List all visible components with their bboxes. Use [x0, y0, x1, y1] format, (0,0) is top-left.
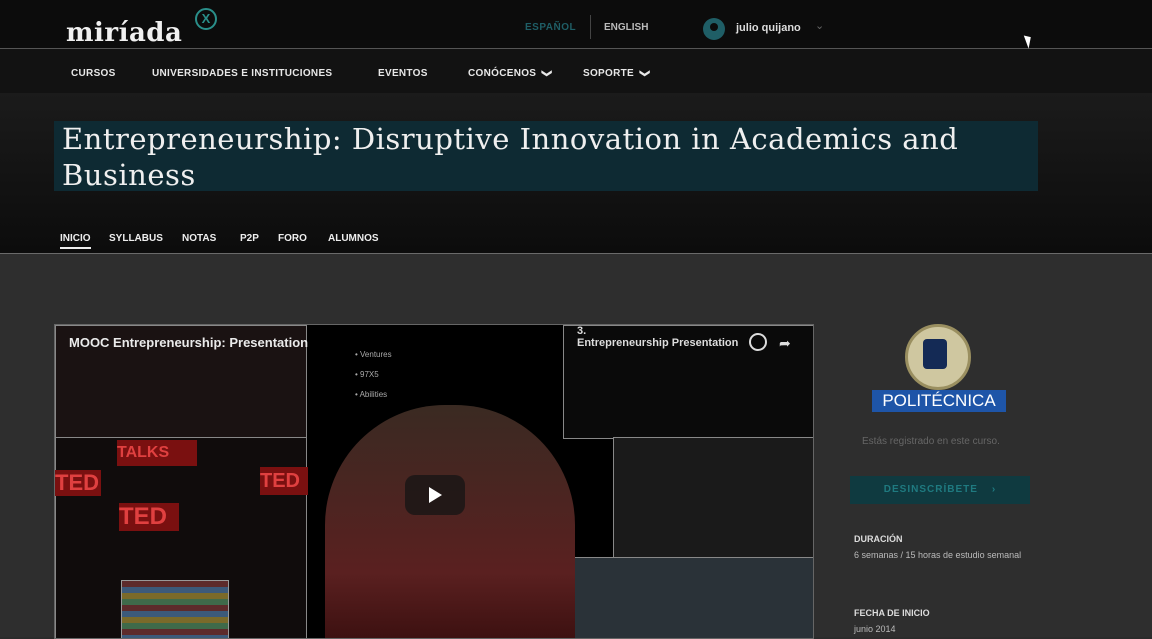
nav-item-cursos[interactable]: CURSOS — [71, 68, 116, 79]
duration-value: 6 semanas / 15 horas de estudio semanal — [854, 550, 1022, 560]
tab-notas[interactable]: NOTAS — [182, 233, 216, 244]
tab-p2p[interactable]: P2P — [240, 233, 259, 244]
video-collage-panel — [613, 437, 813, 559]
presenter-figure — [325, 405, 575, 638]
user-avatar-icon[interactable] — [703, 18, 725, 40]
nav-item-universidades[interactable]: UNIVERSIDADES E INSTITUCIONES — [152, 68, 332, 79]
tab-foro[interactable]: FORO — [278, 233, 307, 244]
course-title: Entrepreneurship: Disruptive Innovation … — [62, 122, 959, 192]
tab-inicio[interactable]: INICIO — [60, 233, 91, 249]
language-spanish-link[interactable]: ESPAÑOL — [525, 22, 576, 33]
main-content: TED TED TED TALKS MOOC Entrepreneurship:… — [0, 254, 1152, 639]
seal-emblem — [923, 339, 947, 369]
tab-alumnos[interactable]: ALUMNOS — [328, 233, 379, 244]
logo-badge-icon: X — [195, 8, 217, 30]
chevron-down-icon: ❯ — [638, 69, 650, 78]
bullet-item: • Abilities — [355, 390, 388, 399]
registration-status: Estás registrado en este curso. — [862, 436, 1000, 447]
user-name[interactable]: julio quijano — [736, 22, 801, 34]
play-button[interactable] — [405, 475, 465, 515]
watch-later-icon[interactable] — [749, 333, 767, 351]
tab-syllabus[interactable]: SYLLABUS — [109, 233, 163, 244]
ted-logo: TED — [260, 467, 308, 495]
video-title: MOOC Entrepreneurship: Presentation — [69, 335, 309, 350]
ted-logo: TED — [119, 503, 179, 531]
university-logo[interactable]: POLITÉCNICA — [872, 390, 1006, 412]
video-right-title: Entrepreneurship Presentation — [577, 337, 739, 349]
chevron-right-icon: › — [991, 484, 997, 495]
chevron-down-icon: ❯ — [541, 69, 553, 78]
main-nav: CURSOS UNIVERSIDADES E INSTITUCIONES EVE… — [0, 49, 1152, 93]
course-video-player[interactable]: TED TED TED TALKS MOOC Entrepreneurship:… — [54, 324, 814, 639]
start-date-value: junio 2014 — [854, 624, 896, 634]
site-logo[interactable]: miríada — [66, 18, 182, 48]
video-number: 3. — [577, 325, 587, 337]
chart-thumbnail — [121, 580, 229, 638]
ted-talks-logo: TALKS — [117, 440, 197, 466]
video-collage-panel — [563, 557, 813, 638]
share-icon[interactable]: ➦ — [779, 335, 791, 352]
start-date-label: FECHA DE INICIO — [854, 608, 930, 618]
bullet-item: • 97X5 — [355, 370, 379, 379]
nav-item-conocenos[interactable]: CONÓCENOS ❯ — [468, 68, 553, 79]
play-icon — [429, 487, 442, 503]
nav-item-soporte[interactable]: SOPORTE ❯ — [583, 68, 650, 79]
unsubscribe-button[interactable]: DESINSCRÍBETE › — [850, 476, 1030, 504]
top-bar: miríada X ESPAÑOL ENGLISH julio quijano … — [0, 0, 1152, 49]
university-seal-icon — [905, 324, 971, 390]
language-divider — [590, 15, 591, 39]
nav-item-eventos[interactable]: EVENTOS — [378, 68, 428, 79]
unsubscribe-label: DESINSCRÍBETE — [883, 484, 978, 495]
duration-label: DURACIÓN — [854, 534, 903, 544]
ted-logo: TED — [55, 470, 101, 496]
user-menu-chevron-icon[interactable]: ⌄ — [815, 19, 824, 32]
video-bullets: • Ventures • 97X5 • Abilities — [355, 345, 392, 405]
language-english-link[interactable]: ENGLISH — [604, 22, 648, 33]
course-hero: Entrepreneurship: Disruptive Innovation … — [0, 93, 1152, 254]
bullet-item: • Ventures — [355, 350, 392, 359]
mouse-cursor-icon — [1023, 33, 1035, 49]
